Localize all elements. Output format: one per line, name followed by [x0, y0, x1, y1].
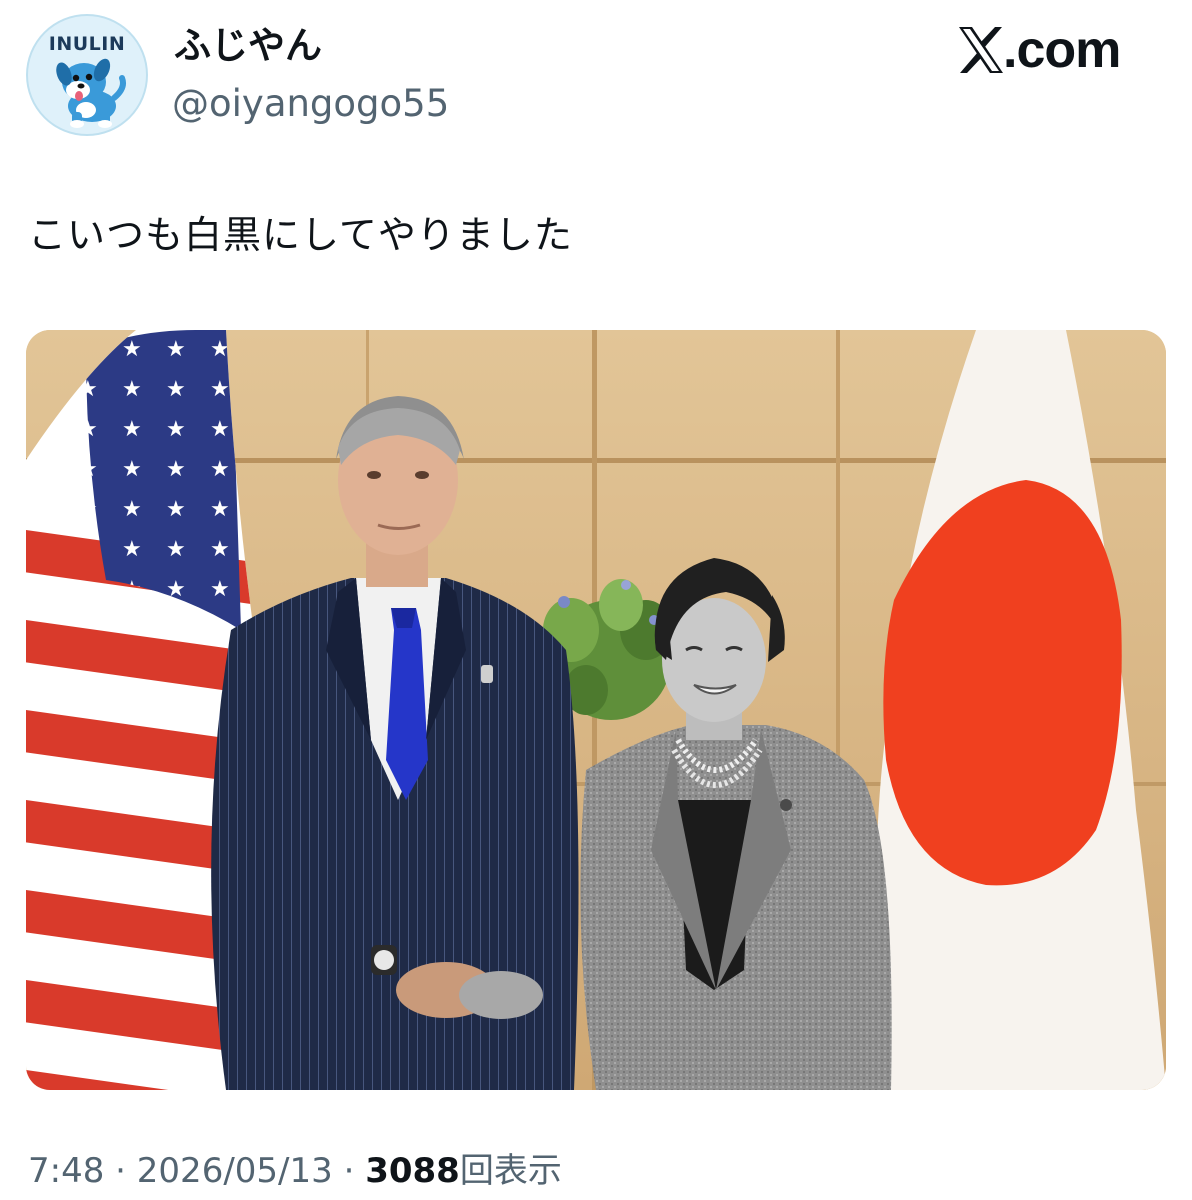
x-com-domain: .com — [1003, 21, 1121, 79]
views-count[interactable]: 3088 — [365, 1151, 460, 1191]
post-time[interactable]: 7:48 — [28, 1151, 104, 1191]
svg-text:INULIN: INULIN — [49, 33, 125, 55]
x-com-logo: .com — [957, 21, 1121, 79]
avatar-text-badge: INULIN — [49, 33, 125, 55]
author-handle[interactable]: @oiyangogo55 — [172, 80, 449, 128]
handshake-photo: ★ — [26, 330, 1166, 1090]
meta-separator: · — [104, 1151, 137, 1191]
x-logo-icon — [959, 27, 1003, 73]
views-label[interactable]: 回表示 — [460, 1151, 562, 1191]
post-text: こいつも白黒にしてやりました — [28, 213, 573, 257]
meta-separator: · — [332, 1151, 366, 1191]
author-display-name[interactable]: ふじやん — [174, 22, 322, 70]
post-date[interactable]: 2026/05/13 — [137, 1151, 333, 1191]
avatar[interactable]: INULIN — [26, 14, 148, 136]
post-meta: 7:48 · 2026/05/13 · 3088回表示 — [28, 1148, 562, 1194]
post-photo[interactable]: ★ — [26, 330, 1166, 1090]
